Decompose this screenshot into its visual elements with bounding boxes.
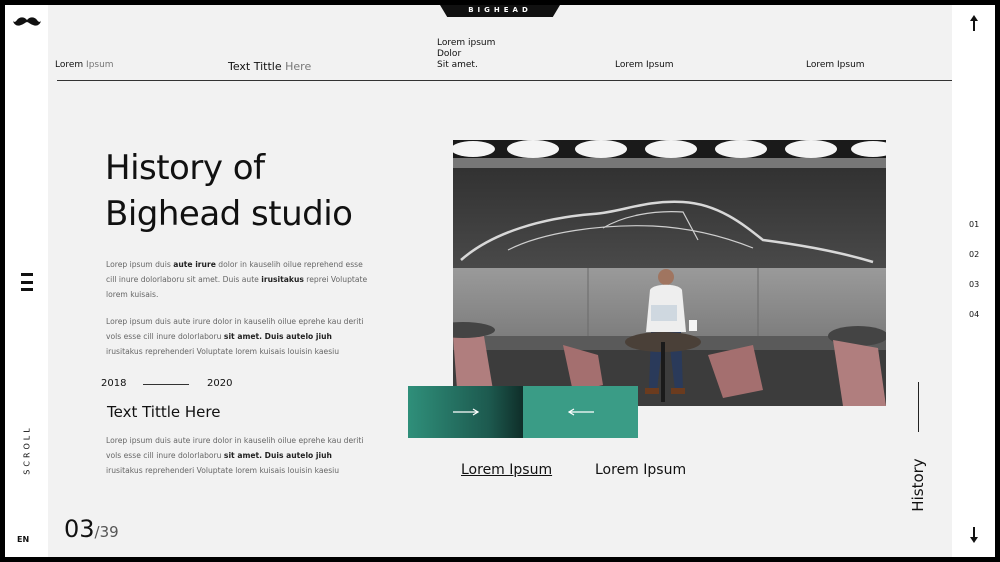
nav-item-3-line2: Dolor bbox=[437, 49, 462, 59]
hamburger-icon[interactable] bbox=[21, 273, 33, 291]
main-panel: BIGHEAD Lorem Ipsum Text Tittle Here Lor… bbox=[48, 5, 953, 557]
nav-divider bbox=[57, 80, 953, 81]
section-index-01[interactable]: 01 bbox=[969, 220, 979, 229]
section-index-04[interactable]: 04 bbox=[969, 310, 979, 319]
nav-item-4[interactable]: Lorem Ipsum bbox=[615, 60, 674, 70]
p2-bold: sit amet. Duis autelo jiuh bbox=[223, 332, 332, 341]
right-rail: 01 02 03 04 bbox=[952, 5, 995, 557]
history-label: History bbox=[909, 458, 927, 512]
slide-frame: SCROLL EN BIGHEAD Lorem Ipsum Text Tittl… bbox=[5, 5, 995, 557]
nav-item-1-sub: Ipsum bbox=[86, 60, 114, 70]
p2-text-b: irusitakus reprehenderi Voluptate lorem … bbox=[106, 347, 340, 356]
p1-bold-a: aute irure bbox=[173, 260, 216, 269]
p1-text-a: Lorep ipsum duis bbox=[106, 260, 174, 269]
body-paragraph-2: Lorep ipsum duis aute irure dolor in kau… bbox=[106, 314, 368, 359]
timeline-start-year: 2018 bbox=[101, 378, 127, 389]
left-rail: SCROLL EN bbox=[5, 5, 48, 557]
slide-counter: 03/39 bbox=[64, 515, 119, 543]
title-line-1: History of bbox=[105, 148, 265, 188]
top-nav: Lorem Ipsum Text Tittle Here Lorem ipsum… bbox=[48, 5, 953, 83]
lorem-ipsum-link-1[interactable]: Lorem Ipsum bbox=[461, 462, 552, 478]
nav-item-2[interactable]: Text Tittle Here bbox=[228, 60, 311, 73]
section-index-03[interactable]: 03 bbox=[969, 280, 979, 289]
nav-item-3-line1: Lorem ipsum bbox=[437, 38, 496, 48]
body-paragraph-3: Lorep ipsum duis aute irure dolor in kau… bbox=[106, 433, 368, 478]
mustache-icon[interactable] bbox=[13, 15, 41, 29]
timeline-end-year: 2020 bbox=[207, 378, 233, 389]
carousel-prev-button[interactable] bbox=[408, 386, 523, 438]
nav-item-3[interactable]: Lorem ipsum Dolor Sit amet. bbox=[437, 38, 495, 71]
language-switch[interactable]: EN bbox=[17, 535, 29, 544]
nav-item-1-label: Lorem bbox=[55, 60, 84, 70]
section-index: 01 02 03 04 bbox=[969, 220, 979, 319]
slide-current: 03 bbox=[64, 515, 95, 543]
lorem-ipsum-link-2[interactable]: Lorem Ipsum bbox=[595, 462, 686, 478]
page-title: History of Bighead studio bbox=[105, 145, 353, 237]
p3-bold: sit amet. Duis autelo jiuh bbox=[223, 451, 332, 460]
nav-item-2-label: Text Tittle bbox=[228, 60, 282, 73]
nav-item-2-sub: Here bbox=[285, 60, 312, 73]
nav-item-5[interactable]: Lorem Ipsum bbox=[806, 60, 865, 70]
p1-bold-b: irusitakus bbox=[261, 275, 304, 284]
arrow-down-icon[interactable] bbox=[970, 527, 978, 543]
p3-text-b: irusitakus reprehenderi Voluptate lorem … bbox=[106, 466, 340, 475]
nav-item-1[interactable]: Lorem Ipsum bbox=[55, 60, 114, 70]
carousel-controls bbox=[408, 386, 638, 438]
carousel-next-button[interactable] bbox=[523, 386, 638, 438]
arrow-left-icon bbox=[567, 408, 594, 416]
scroll-label: SCROLL bbox=[22, 425, 32, 475]
arrow-up-icon[interactable] bbox=[970, 15, 978, 31]
timeline-line bbox=[143, 384, 189, 385]
body-paragraph-1: Lorep ipsum duis aute irure dolor in kau… bbox=[106, 257, 368, 302]
nav-item-3-line3: Sit amet. bbox=[437, 60, 478, 70]
history-divider bbox=[918, 382, 919, 432]
hero-photo bbox=[453, 140, 886, 406]
arrow-right-icon bbox=[452, 408, 479, 416]
office-scene-image bbox=[453, 140, 886, 406]
title-line-2: Bighead studio bbox=[105, 194, 353, 234]
section-subtitle: Text Tittle Here bbox=[107, 403, 221, 421]
section-index-02[interactable]: 02 bbox=[969, 250, 979, 259]
slide-total: /39 bbox=[94, 523, 119, 541]
timeline: 2018 2020 bbox=[101, 378, 291, 392]
